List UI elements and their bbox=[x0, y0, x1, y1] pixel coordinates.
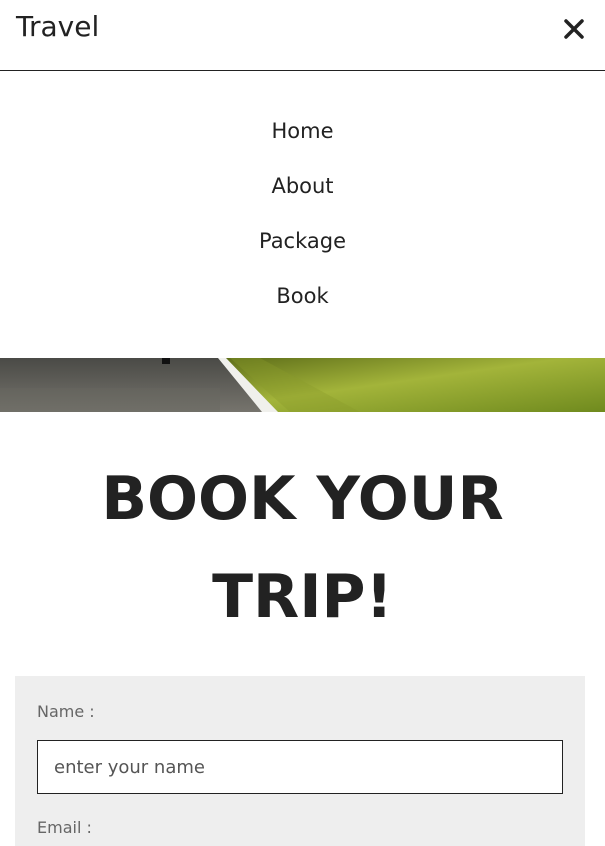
brand-logo[interactable]: Travel bbox=[16, 10, 99, 43]
nav-menu: Home About Package Book bbox=[0, 72, 605, 358]
hero-image bbox=[0, 358, 605, 412]
page-title: BOOK YOUR TRIP! bbox=[0, 450, 605, 646]
site-header: Travel bbox=[0, 0, 605, 71]
nav-item-package[interactable]: Package bbox=[0, 229, 605, 253]
email-label: Email : bbox=[37, 818, 92, 837]
nav-item-about[interactable]: About bbox=[0, 174, 605, 198]
close-icon[interactable] bbox=[561, 16, 587, 42]
name-label: Name : bbox=[37, 702, 95, 721]
nav-item-book[interactable]: Book bbox=[0, 284, 605, 308]
booking-form: Name : Email : bbox=[15, 676, 585, 846]
name-input[interactable] bbox=[37, 740, 563, 794]
title-line-2: TRIP! bbox=[212, 562, 393, 632]
title-line-1: BOOK YOUR bbox=[101, 464, 504, 534]
nav-item-home[interactable]: Home bbox=[0, 119, 605, 143]
